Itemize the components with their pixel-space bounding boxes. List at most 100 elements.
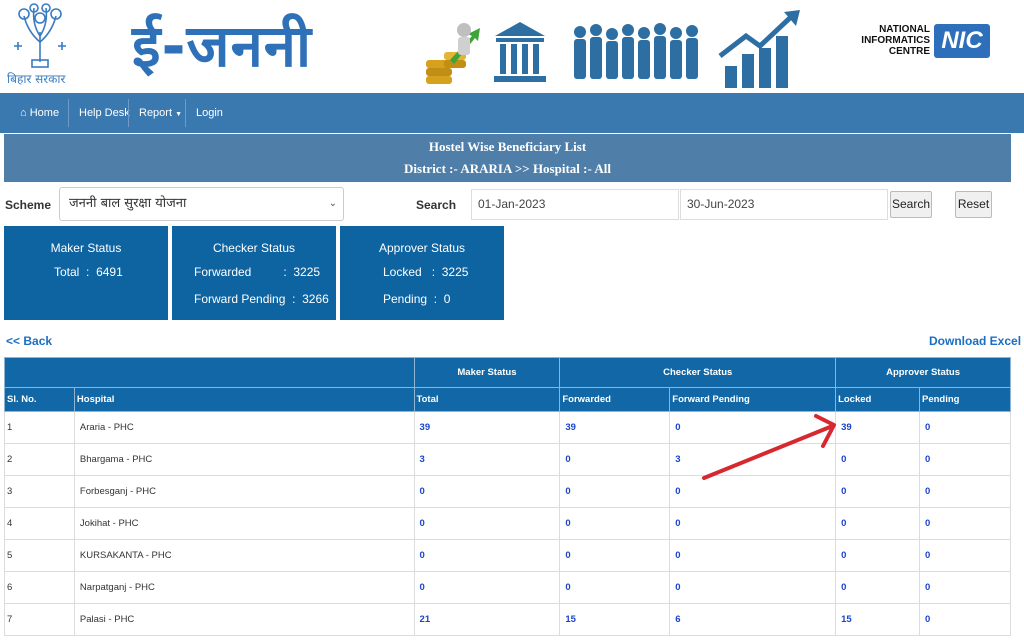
cell-forwarded-link[interactable]: 0 [559, 507, 671, 540]
cell-locked-link[interactable]: 0 [835, 507, 920, 540]
cell-total-link[interactable]: 21 [413, 603, 561, 636]
colon-separator: : [425, 265, 439, 279]
cell-sl-no: 6 [4, 571, 75, 604]
cell-hospital: KURSAKANTA - PHC [73, 539, 415, 572]
checker-pending-label: Forward Pending [194, 292, 286, 306]
table-header-row: Sl. No. Hospital Total Forwarded Forward… [4, 387, 1011, 412]
column-header-sl-no: Sl. No. [4, 387, 75, 412]
cell-pending-link[interactable]: 0 [919, 411, 1011, 444]
checker-pending-row: Forward Pending : 3266 [194, 292, 329, 306]
checker-forwarded-value: 3225 [293, 265, 321, 279]
table-row: 3 Forbesganj - PHC 0 0 0 0 0 [4, 475, 1011, 508]
back-link[interactable]: << Back [6, 334, 52, 348]
cell-forwarded-link[interactable]: 0 [559, 571, 671, 604]
cell-forward-pending-link[interactable]: 0 [669, 507, 837, 540]
cell-forwarded-link[interactable]: 0 [559, 539, 671, 572]
cell-forward-pending-link[interactable]: 6 [669, 603, 837, 636]
column-header-forwarded: Forwarded [559, 387, 671, 412]
table-row: 1 Araria - PHC 39 39 0 39 0 [4, 411, 1011, 444]
cell-pending-link[interactable]: 0 [919, 475, 1011, 508]
group-header-maker: Maker Status [413, 357, 561, 388]
site-header: बिहार सरकार ई-जननी NATIONAL INFORMATICS … [0, 0, 1024, 93]
nav-login[interactable]: Login [196, 93, 223, 133]
cell-forward-pending-link[interactable]: 0 [669, 475, 837, 508]
maker-total-row: Total : 6491 [54, 265, 123, 279]
cell-locked-link[interactable]: 0 [835, 443, 920, 476]
nic-logo: NIC [934, 24, 990, 58]
cell-locked-link[interactable]: 0 [835, 571, 920, 604]
column-header-total: Total [413, 387, 561, 412]
cell-sl-no: 3 [4, 475, 75, 508]
cell-forwarded-link[interactable]: 0 [559, 443, 671, 476]
search-button[interactable]: Search [890, 191, 932, 218]
cell-pending-link[interactable]: 0 [919, 539, 1011, 572]
approver-status-title: Approver Status [378, 241, 466, 255]
table-row: 5 KURSAKANTA - PHC 0 0 0 0 0 [4, 539, 1011, 572]
download-excel-link[interactable]: Download Excel [929, 334, 1021, 348]
cell-locked-link[interactable]: 0 [835, 475, 920, 508]
cell-forwarded-link[interactable]: 0 [559, 475, 671, 508]
cell-total-link[interactable]: 39 [413, 411, 561, 444]
report-subtitle: District :- ARARIA >> Hospital :- All [404, 161, 611, 176]
cell-total-link[interactable]: 0 [413, 539, 561, 572]
cell-pending-link[interactable]: 0 [919, 571, 1011, 604]
cell-forward-pending-link[interactable]: 0 [669, 539, 837, 572]
bank-icon [494, 22, 546, 82]
from-date-input[interactable]: 01-Jan-2023 [471, 189, 679, 220]
nav-divider [128, 99, 129, 127]
nav-help-desk[interactable]: Help Desk [79, 93, 130, 133]
maker-status-title: Maker Status [50, 241, 122, 255]
nav-report[interactable]: Report ▼ [139, 93, 182, 133]
table-row: 4 Jokihat - PHC 0 0 0 0 0 [4, 507, 1011, 540]
cell-locked-link[interactable]: 0 [835, 539, 920, 572]
colon-separator: : [82, 265, 93, 279]
cell-sl-no: 7 [4, 603, 75, 636]
caret-down-icon: ▼ [175, 111, 183, 118]
to-date-input[interactable]: 30-Jun-2023 [680, 189, 888, 220]
checker-forwarded-row: Forwarded : 3225 [194, 265, 320, 279]
cell-hospital: Jokihat - PHC [73, 507, 415, 540]
cell-forward-pending-link[interactable]: 0 [669, 411, 837, 444]
group-header-checker: Checker Status [559, 357, 837, 388]
table-group-header-row: Maker Status Checker Status Approver Sta… [4, 357, 1011, 388]
cell-locked-link[interactable]: 15 [835, 603, 920, 636]
cell-total-link[interactable]: 3 [413, 443, 561, 476]
nav-home[interactable]: ⌂ Home [20, 93, 59, 133]
search-label: Search [416, 198, 457, 212]
cell-pending-link[interactable]: 0 [919, 443, 1011, 476]
cell-forward-pending-link[interactable]: 3 [669, 443, 837, 476]
maker-total-value: 6491 [96, 265, 123, 279]
cell-forward-pending-link[interactable]: 0 [669, 571, 837, 604]
cell-forwarded-link[interactable]: 39 [559, 411, 671, 444]
colon-separator: : [430, 292, 441, 306]
column-header-forward-pending: Forward Pending [669, 387, 837, 412]
chevron-down-icon: ⌄ [328, 198, 337, 209]
table-group-header-blank [4, 357, 415, 388]
cell-hospital: Araria - PHC [73, 411, 415, 444]
cell-hospital: Forbesganj - PHC [73, 475, 415, 508]
cell-pending-link[interactable]: 0 [919, 603, 1011, 636]
cell-hospital: Palasi - PHC [73, 603, 415, 636]
report-title: Hostel Wise Beneficiary List [428, 139, 587, 154]
cell-hospital: Bhargama - PHC [73, 443, 415, 476]
nav-divider [68, 99, 69, 127]
nic-text-line: CENTRE [888, 46, 930, 57]
cell-pending-link[interactable]: 0 [919, 507, 1011, 540]
scheme-label: Scheme [5, 198, 52, 212]
cell-total-link[interactable]: 0 [413, 571, 561, 604]
approver-pending-row: Pending : 0 [383, 292, 450, 306]
nav-divider [185, 99, 186, 127]
approver-pending-value: 0 [443, 292, 451, 306]
cell-sl-no: 1 [4, 411, 75, 444]
cell-total-link[interactable]: 0 [413, 475, 561, 508]
cell-forwarded-link[interactable]: 15 [559, 603, 671, 636]
scheme-select[interactable]: जननी बाल सुरक्षा योजना ⌄ [59, 187, 344, 221]
home-icon: ⌂ [20, 107, 27, 119]
approver-locked-row: Locked : 3225 [383, 265, 468, 279]
cell-total-link[interactable]: 0 [413, 507, 561, 540]
nav-home-label: Home [29, 107, 60, 119]
cell-hospital: Narpatganj - PHC [73, 571, 415, 604]
scheme-select-value: जननी बाल सुरक्षा योजना [69, 196, 187, 211]
reset-button[interactable]: Reset [955, 191, 992, 218]
cell-locked-link[interactable]: 39 [835, 411, 920, 444]
